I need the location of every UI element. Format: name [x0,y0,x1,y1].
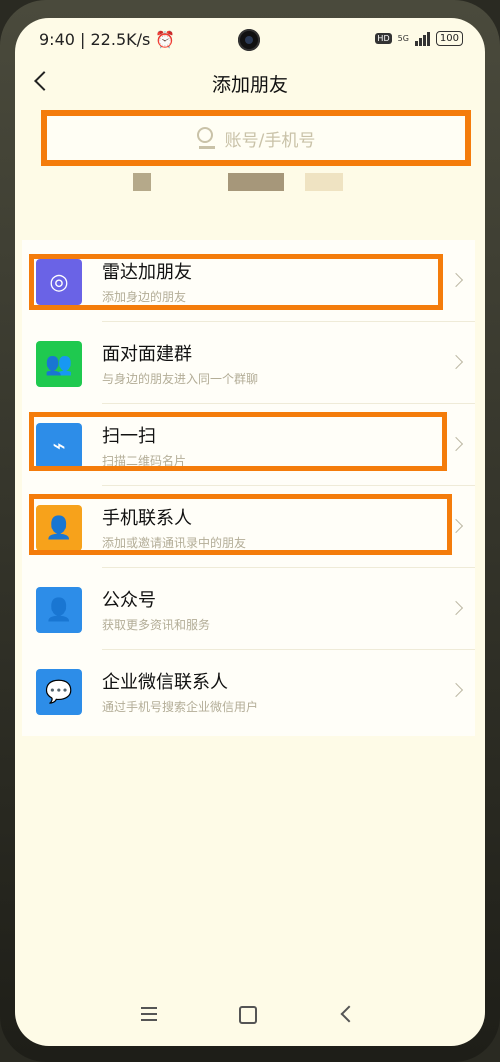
chevron-right-icon [448,600,464,616]
item-title: 公众号 [102,590,156,611]
chevron-right-icon [448,682,464,698]
status-indicators: HD 5G 100 [375,31,463,46]
scan-icon: ⌁ [36,423,82,469]
list-item-radar[interactable]: ◎ 雷达加朋友 添加身边的朋友 [22,240,475,322]
header: 添加朋友 [15,62,485,102]
chevron-right-icon [448,436,464,452]
group-face-icon: 👥 [36,341,82,387]
item-subtitle: 扫描二维码名片 [102,454,187,468]
chevron-right-icon [448,272,464,288]
item-subtitle: 与身边的朋友进入同一个群聊 [102,372,259,386]
search-icon [196,127,217,149]
work-wechat-icon: 💬 [36,669,82,715]
item-title: 扫一扫 [102,426,156,447]
network-label: 5G [397,34,409,43]
item-title: 企业微信联系人 [102,672,228,693]
search-input[interactable]: 账号/手机号 [41,110,471,166]
hd-icon: HD [375,33,392,44]
blurred-content [228,173,284,191]
item-subtitle: 添加身边的朋友 [102,290,187,304]
item-subtitle: 通过手机号搜索企业微信用户 [102,700,259,714]
list-item-face-to-face[interactable]: 👥 面对面建群 与身边的朋友进入同一个群聊 [22,322,475,404]
official-account-icon: 👤 [36,587,82,633]
chevron-right-icon [448,518,464,534]
chevron-right-icon [448,354,464,370]
radar-icon: ◎ [36,259,82,305]
add-friend-options: ◎ 雷达加朋友 添加身边的朋友 👥 面对面建群 与身边的朋友进入同一个群聊 ⌁ … [22,240,475,736]
nav-back-icon[interactable] [340,1005,358,1023]
phone-contacts-icon: 👤 [36,505,82,551]
blurred-content [305,173,343,191]
screen: 9:40 | 22.5K/s ⏰ HD 5G 100 添加朋友 账号/手机号 ◎… [15,18,485,1046]
item-title: 面对面建群 [102,344,192,365]
list-item-work-wechat[interactable]: 💬 企业微信联系人 通过手机号搜索企业微信用户 [22,650,475,732]
list-item-official-accounts[interactable]: 👤 公众号 获取更多资讯和服务 [22,568,475,650]
search-placeholder: 账号/手机号 [224,130,316,151]
home-icon[interactable] [239,1006,257,1024]
item-title: 雷达加朋友 [102,262,192,283]
item-title: 手机联系人 [102,508,192,529]
page-title: 添加朋友 [211,74,288,96]
system-nav-bar [15,998,485,1032]
status-time: 9:40 | 22.5K/s ⏰ [39,30,176,49]
status-bar: 9:40 | 22.5K/s ⏰ HD 5G 100 [15,18,485,62]
front-camera [238,29,260,51]
list-item-phone-contacts[interactable]: 👤 手机联系人 添加或邀请通讯录中的朋友 [22,486,475,568]
phone-frame: 9:40 | 22.5K/s ⏰ HD 5G 100 添加朋友 账号/手机号 ◎… [0,0,500,1062]
signal-icon [414,31,430,46]
list-item-scan[interactable]: ⌁ 扫一扫 扫描二维码名片 [22,404,475,486]
menu-icon[interactable] [141,1007,157,1021]
item-subtitle: 获取更多资讯和服务 [102,618,211,632]
battery-icon: 100 [435,31,463,46]
blurred-content [133,173,151,191]
item-subtitle: 添加或邀请通讯录中的朋友 [102,536,247,550]
